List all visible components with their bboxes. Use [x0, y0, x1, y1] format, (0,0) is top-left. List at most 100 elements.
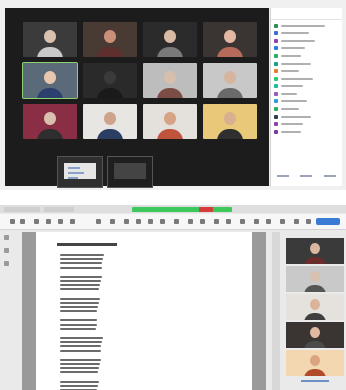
poem-line [60, 280, 101, 282]
toolbar-icon[interactable] [136, 219, 141, 224]
participant-row[interactable] [274, 98, 339, 105]
toolbar-icon[interactable] [226, 219, 231, 224]
video-tile[interactable] [286, 350, 344, 377]
participant-row[interactable] [274, 60, 339, 67]
toolbar-icon[interactable] [110, 219, 115, 224]
participant-row[interactable] [274, 52, 339, 59]
gallery-preview [114, 163, 146, 179]
poem-line [60, 337, 103, 339]
participant-name [281, 62, 311, 65]
participant-face [164, 29, 176, 43]
video-tile[interactable] [203, 22, 257, 57]
tab[interactable] [44, 207, 74, 212]
participant-row[interactable] [274, 90, 339, 97]
toolbar-icon[interactable] [200, 219, 205, 224]
meeting-stage [5, 8, 269, 188]
toolbar-icon[interactable] [160, 219, 165, 224]
participant-body [37, 88, 63, 98]
video-tile[interactable] [22, 62, 78, 99]
participant-row[interactable] [274, 75, 339, 82]
participant-face [224, 111, 236, 125]
more-button[interactable] [324, 175, 337, 177]
toolbar-icon[interactable] [294, 219, 299, 224]
document-canvas[interactable] [22, 232, 266, 390]
poem-line [60, 363, 100, 365]
stop-share-button[interactable] [199, 207, 213, 212]
participant-row[interactable] [274, 83, 339, 90]
shared-screen-thumbnail[interactable] [57, 156, 103, 188]
toolbar-icon[interactable] [34, 219, 39, 224]
tab[interactable] [4, 207, 40, 212]
toolbar-icon[interactable] [124, 219, 129, 224]
participant-row[interactable] [274, 121, 339, 128]
participant-row[interactable] [274, 22, 339, 29]
video-tile[interactable] [83, 63, 137, 98]
toolbar-icon[interactable] [240, 219, 245, 224]
toolbar-icon[interactable] [70, 219, 75, 224]
toolbar-icon[interactable] [174, 219, 179, 224]
participant-avatar [274, 31, 278, 36]
participant-face [224, 70, 236, 84]
toolbar-icon[interactable] [214, 219, 219, 224]
video-tile[interactable] [203, 63, 257, 98]
participant-row[interactable] [274, 30, 339, 37]
participant-face [44, 29, 56, 43]
participant-body [217, 88, 243, 98]
participant-row[interactable] [274, 128, 339, 135]
video-tile[interactable] [23, 22, 77, 57]
video-tile[interactable] [286, 322, 344, 349]
video-tile[interactable] [286, 238, 344, 265]
video-tile[interactable] [83, 104, 137, 139]
video-tile[interactable] [23, 104, 77, 139]
video-tile[interactable] [143, 22, 197, 57]
participant-body [217, 129, 243, 139]
toolbar-icon[interactable] [148, 219, 153, 224]
vertical-scrollbar[interactable] [272, 232, 280, 390]
toolbar-icon[interactable] [254, 219, 259, 224]
video-tile[interactable] [83, 22, 137, 57]
participant-row[interactable] [274, 37, 339, 44]
thumbnail-tool-icon[interactable] [4, 235, 9, 240]
participant-avatar [274, 91, 278, 96]
participant-name [281, 24, 325, 27]
video-tile[interactable] [286, 294, 344, 321]
participant-avatar [274, 69, 278, 74]
share-button[interactable] [316, 218, 340, 225]
participant-name [281, 115, 311, 118]
invite-button[interactable] [276, 175, 289, 177]
gallery-footer[interactable] [286, 378, 344, 384]
participant-name [281, 108, 299, 111]
video-tile[interactable] [286, 266, 344, 293]
participant-avatar [274, 84, 278, 89]
toolbar-icon[interactable] [188, 219, 193, 224]
participant-row[interactable] [274, 113, 339, 120]
participant-body [304, 313, 326, 321]
participants-list [271, 20, 342, 138]
participant-name [281, 92, 297, 95]
attachment-tool-icon[interactable] [4, 261, 9, 266]
toolbar-icon[interactable] [20, 219, 25, 224]
video-tile[interactable] [143, 104, 197, 139]
toolbar-icon[interactable] [58, 219, 63, 224]
toolbar-icon[interactable] [280, 219, 285, 224]
video-tile[interactable] [203, 104, 257, 139]
mute-all-button[interactable] [300, 175, 313, 177]
participants-title [271, 8, 342, 20]
participant-row[interactable] [274, 45, 339, 52]
participant-name [281, 39, 315, 42]
bookmark-tool-icon[interactable] [4, 248, 9, 253]
video-tile[interactable] [143, 63, 197, 98]
participant-body [157, 47, 183, 57]
participant-row[interactable] [274, 67, 339, 74]
shared-gallery-thumbnail[interactable] [107, 156, 153, 188]
participant-body [217, 47, 243, 57]
toolbar-icon[interactable] [266, 219, 271, 224]
document-preview [64, 163, 96, 179]
toolbar-icon[interactable] [46, 219, 51, 224]
toolbar-icon[interactable] [96, 219, 101, 224]
toolbar-icon[interactable] [10, 219, 15, 224]
participant-name [281, 70, 299, 73]
participant-row[interactable] [274, 105, 339, 112]
toolbar-icon[interactable] [306, 219, 311, 224]
gallery-footer-link[interactable] [301, 380, 329, 383]
